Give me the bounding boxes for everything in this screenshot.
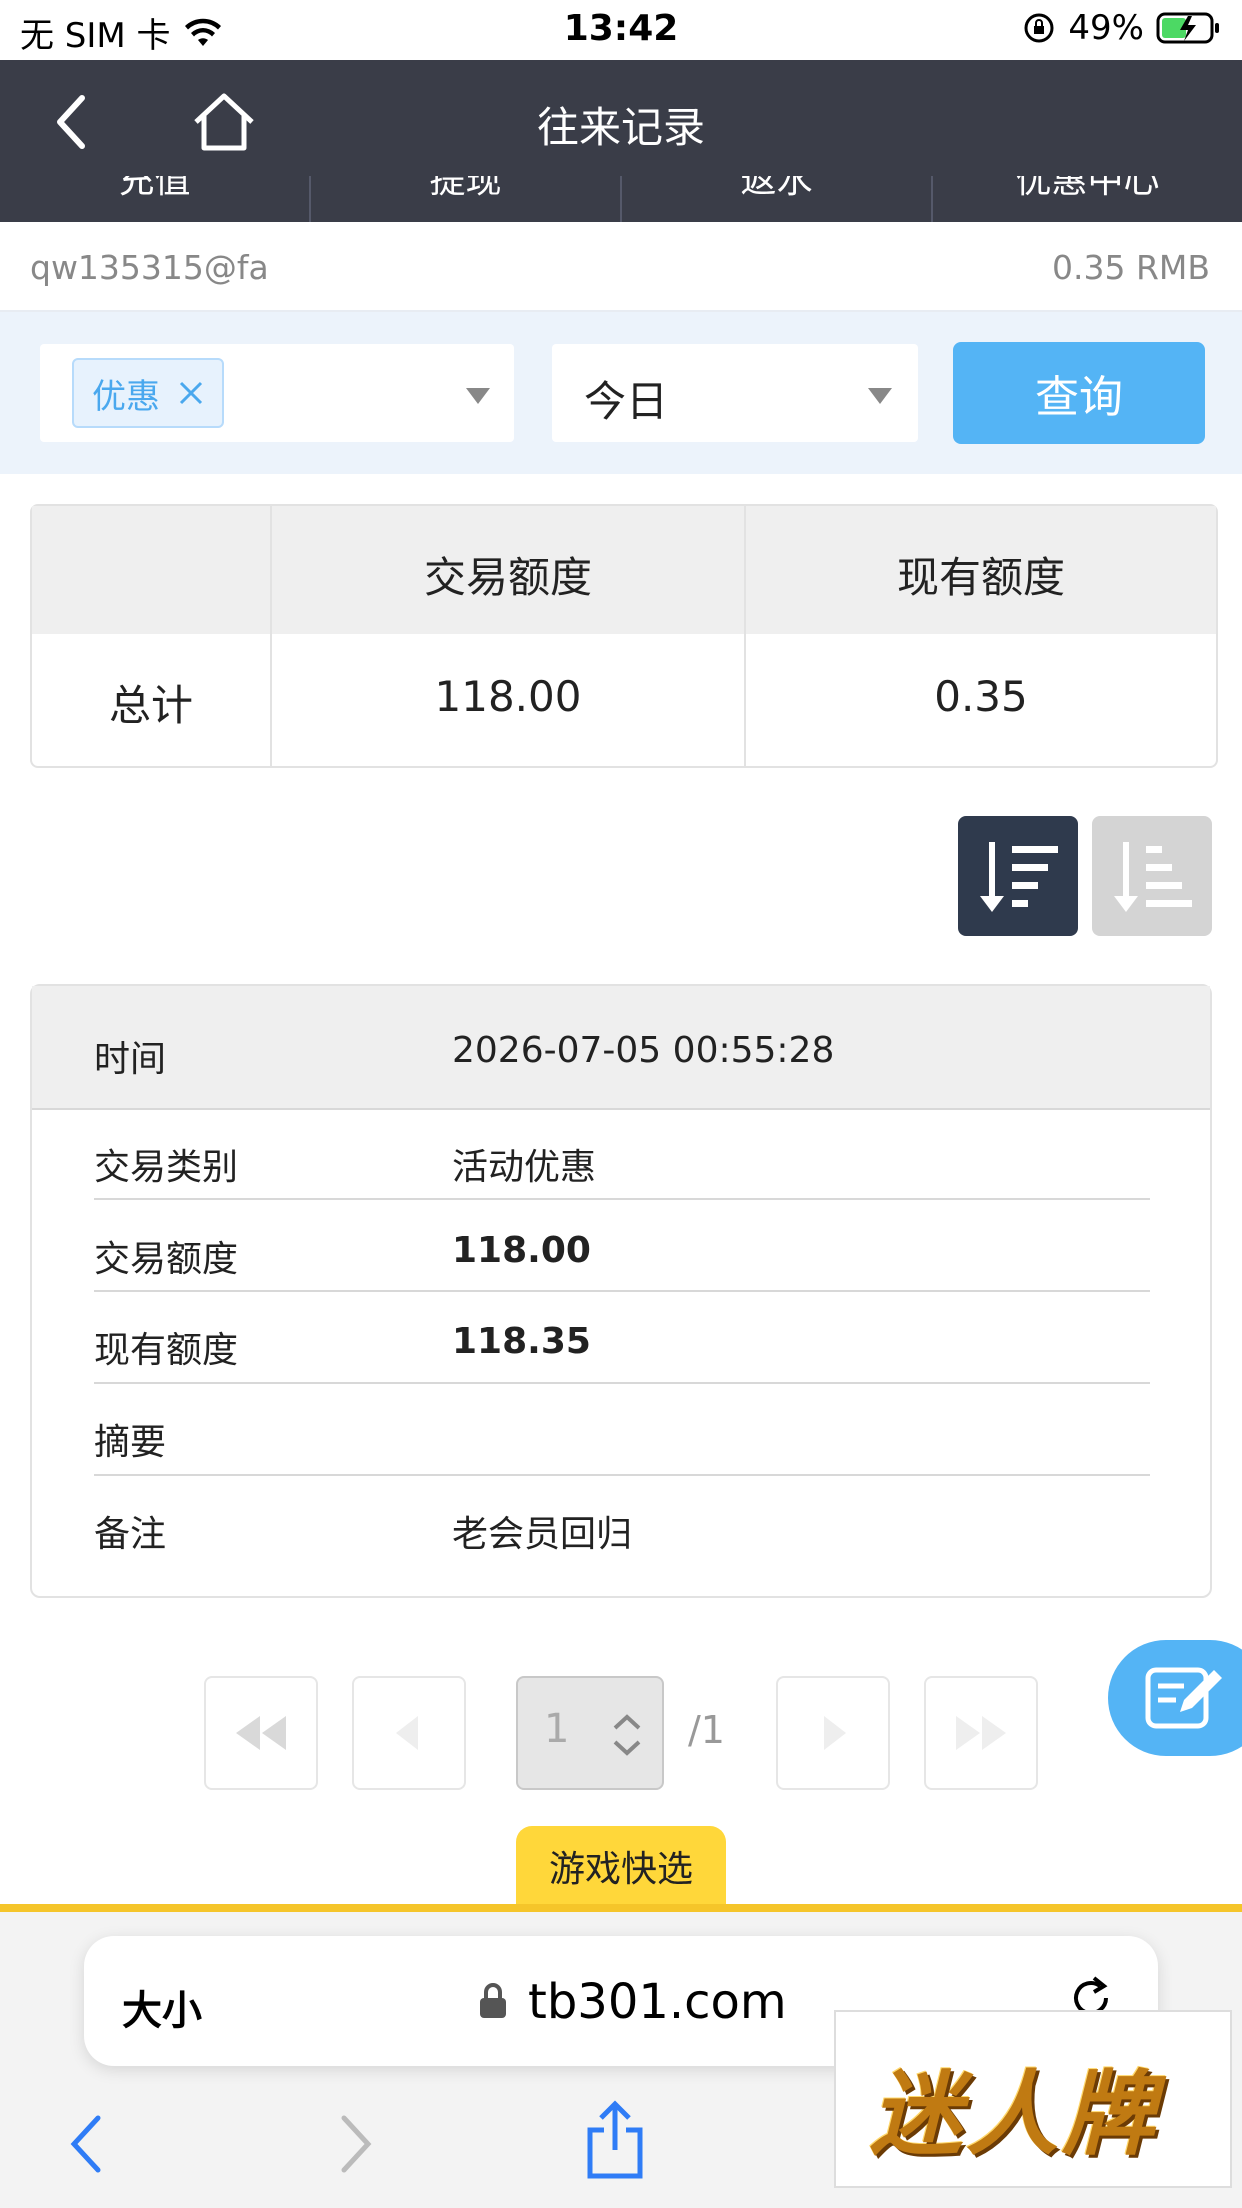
summary-row-label: 总计 xyxy=(108,681,193,730)
record-type-label: 交易类别 xyxy=(94,1147,239,1188)
divider xyxy=(94,1474,1150,1476)
record-summary-label: 摘要 xyxy=(94,1422,167,1463)
text-size-button[interactable]: 大小 xyxy=(122,1978,202,2036)
record-amount-value: 118.00 xyxy=(452,1230,591,1271)
record-type-value: 活动优惠 xyxy=(452,1147,597,1188)
sort-asc-button[interactable] xyxy=(1092,816,1212,936)
type-chip[interactable]: 优惠 xyxy=(72,358,224,428)
record-balance-label: 现有额度 xyxy=(94,1330,239,1371)
tab-deposit[interactable]: 充值 xyxy=(0,176,311,222)
battery-status: 49% xyxy=(1022,8,1222,48)
date-select-value: 今日 xyxy=(584,377,669,426)
query-button[interactable]: 查询 xyxy=(953,342,1205,444)
page-title: 往来记录 xyxy=(536,103,705,152)
url-text: tb301.com xyxy=(528,1974,787,2030)
account-balance: 0.35 RMB xyxy=(1051,248,1210,287)
chevron-down-icon xyxy=(868,388,892,404)
double-chevron-right-icon xyxy=(956,1716,1006,1750)
edit-fab-button[interactable] xyxy=(1108,1640,1242,1756)
browser-back-icon[interactable] xyxy=(64,2112,108,2176)
divider xyxy=(94,1198,1150,1200)
sort-desc-button[interactable] xyxy=(958,816,1078,936)
battery-icon xyxy=(1156,12,1219,44)
record-balance-value: 118.35 xyxy=(452,1321,591,1362)
tab-rebate[interactable]: 返水 xyxy=(622,176,933,222)
lock-icon xyxy=(480,1983,506,2018)
edit-icon xyxy=(1145,1667,1222,1729)
sort-desc-icon xyxy=(980,842,1058,912)
next-page-button[interactable] xyxy=(776,1676,890,1790)
tab-promotions[interactable]: 优惠中心 xyxy=(933,176,1242,222)
sort-asc-icon xyxy=(1114,842,1192,912)
chevron-down-icon xyxy=(466,388,490,404)
divider xyxy=(94,1290,1150,1292)
brand-logo-text: 迷人牌 xyxy=(870,2061,1159,2168)
divider xyxy=(94,1382,1150,1384)
rotation-lock-icon xyxy=(1024,13,1054,43)
summary-current-value: 0.35 xyxy=(934,672,1028,721)
close-icon[interactable] xyxy=(178,380,204,406)
battery-percent: 49% xyxy=(1068,8,1144,48)
record-note-value: 老会员回归 xyxy=(452,1514,633,1555)
record-note-label: 备注 xyxy=(94,1514,167,1555)
share-icon[interactable] xyxy=(584,2100,646,2180)
record-time-value: 2026-07-05 00:55:28 xyxy=(452,1030,835,1071)
record-time-label: 时间 xyxy=(94,1039,167,1080)
first-page-button[interactable] xyxy=(204,1676,318,1790)
summary-trade-value: 118.00 xyxy=(434,672,582,721)
record-amount-label: 交易额度 xyxy=(94,1239,239,1280)
page-stepper[interactable]: 1 xyxy=(516,1676,664,1790)
account-username: qw135315@fa xyxy=(30,248,269,287)
tab-withdraw[interactable]: 提现 xyxy=(311,176,622,222)
type-chip-label: 优惠 xyxy=(92,376,160,417)
prev-page-button[interactable] xyxy=(352,1676,466,1790)
bottom-accent-bar xyxy=(0,1904,1242,1912)
tab-strip: 充值 提现 返水 优惠中心 xyxy=(0,176,1242,222)
summary-col-trade: 交易额度 xyxy=(423,553,592,602)
chevron-right-icon xyxy=(824,1716,846,1750)
double-chevron-left-icon xyxy=(236,1716,286,1750)
stepper-icon[interactable] xyxy=(610,1712,644,1758)
page-total: /1 xyxy=(688,1708,725,1752)
game-quick-select-tab[interactable]: 游戏快选 xyxy=(516,1826,726,1906)
browser-forward-icon[interactable] xyxy=(334,2112,378,2176)
page-number: 1 xyxy=(544,1706,570,1752)
chevron-left-icon xyxy=(396,1716,418,1750)
last-page-button[interactable] xyxy=(924,1676,1038,1790)
summary-col-current: 现有额度 xyxy=(896,553,1065,602)
